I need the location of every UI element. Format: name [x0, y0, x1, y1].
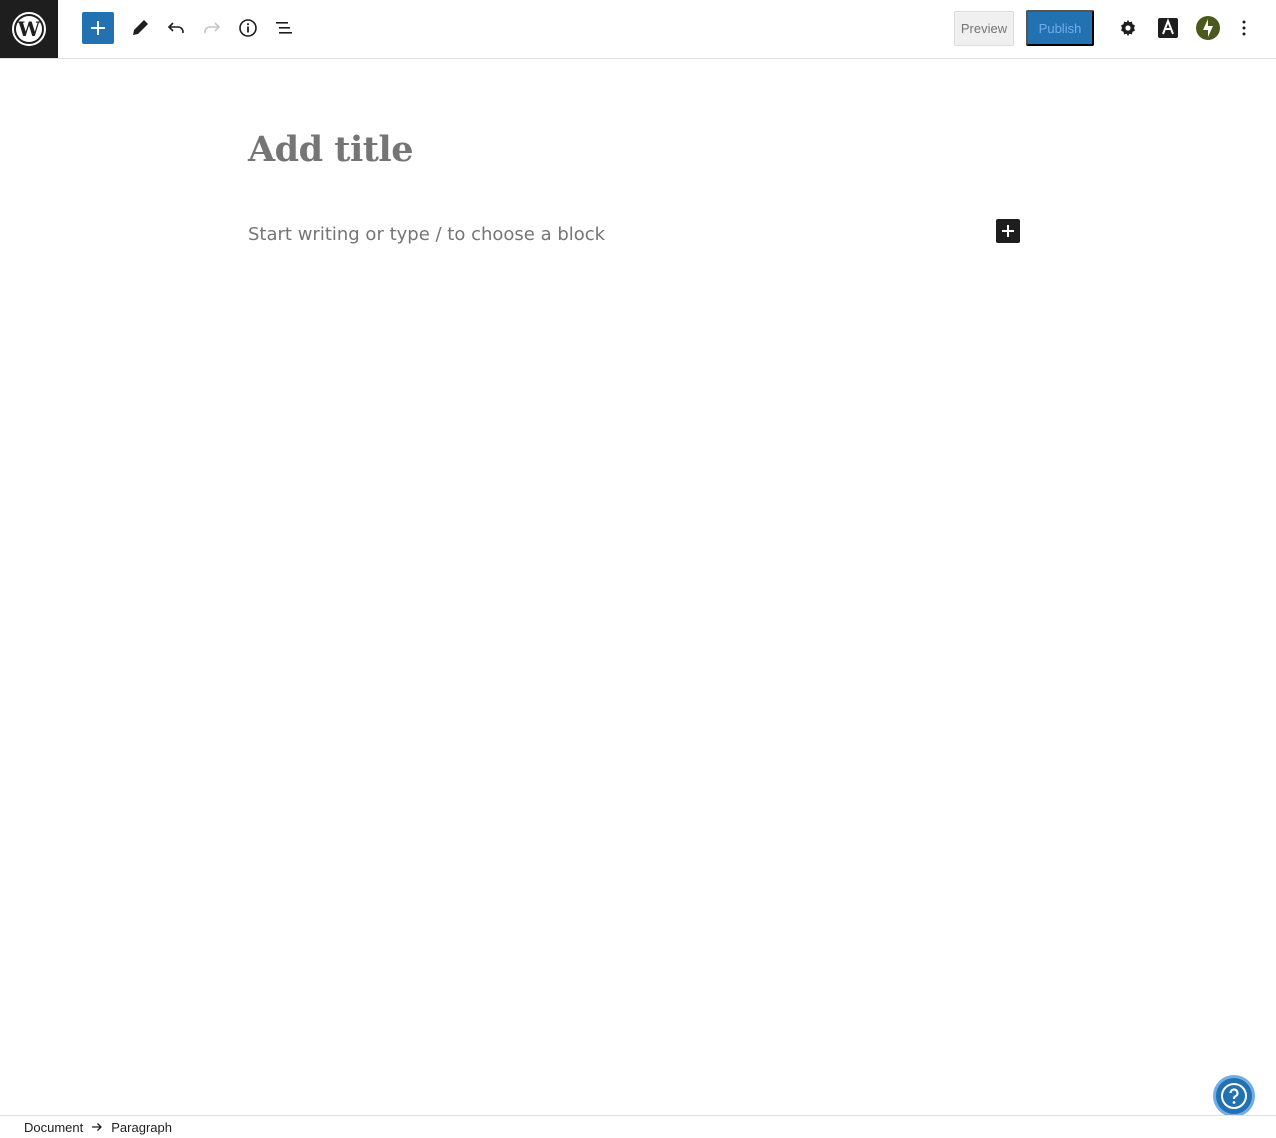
options-button[interactable] [1228, 12, 1260, 44]
add-block-button[interactable] [996, 219, 1020, 243]
plus-icon [1002, 225, 1014, 237]
details-button[interactable] [232, 12, 264, 44]
typography-icon [1158, 18, 1178, 38]
help-button[interactable] [1213, 1075, 1255, 1117]
wordpress-logo-icon[interactable]: W [0, 0, 58, 58]
list-view-button[interactable] [268, 12, 300, 44]
tools-button[interactable] [124, 12, 156, 44]
styles-button[interactable] [1152, 12, 1184, 44]
preview-button[interactable]: Preview [954, 11, 1014, 46]
pencil-icon [133, 20, 148, 35]
settings-button[interactable] [1112, 12, 1144, 44]
info-icon [239, 19, 257, 37]
publish-button[interactable]: Publish [1026, 10, 1094, 46]
help-icon [1221, 1083, 1247, 1109]
editor-canvas: Add title Start writing or type / to cho… [0, 59, 1276, 1115]
gear-icon [1121, 20, 1135, 36]
plus-icon [91, 21, 105, 35]
list-view-icon [276, 22, 292, 34]
jetpack-icon [1196, 16, 1220, 40]
redo-button[interactable] [196, 12, 228, 44]
svg-text:W: W [17, 17, 41, 41]
breadcrumb-document[interactable]: Document [24, 1120, 83, 1135]
undo-icon [167, 22, 184, 33]
redo-icon [204, 22, 221, 33]
more-vertical-icon [1242, 20, 1246, 36]
block-inserter-toggle[interactable] [82, 12, 114, 44]
paragraph-block-input[interactable]: Start writing or type / to choose a bloc… [248, 222, 968, 248]
block-breadcrumb: Document Paragraph [0, 1115, 1276, 1138]
post-title-input[interactable]: Add title [248, 129, 1028, 171]
breadcrumb-paragraph[interactable]: Paragraph [111, 1120, 172, 1135]
jetpack-button[interactable] [1192, 12, 1224, 44]
arrow-right-icon [91, 1121, 103, 1133]
editor-header: W Preview Publish [0, 0, 1276, 59]
undo-button[interactable] [160, 12, 192, 44]
